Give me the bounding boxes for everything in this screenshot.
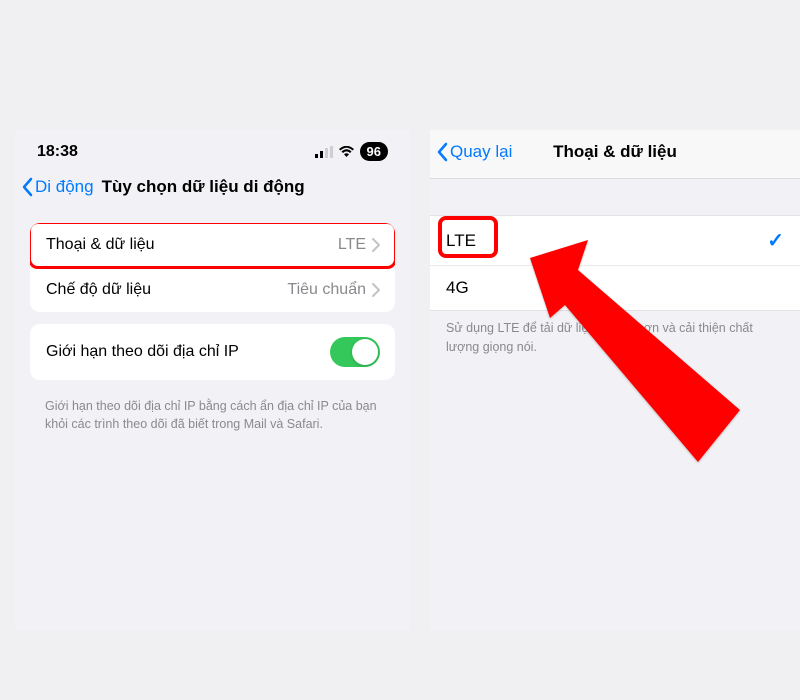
option-label: 4G xyxy=(446,278,469,298)
chevron-left-icon xyxy=(21,177,33,197)
cellular-signal-icon xyxy=(315,146,333,158)
navigation-bar: Quay lại Thoại & dữ liệu xyxy=(430,130,800,179)
chevron-right-icon xyxy=(372,238,380,252)
page-title: Tùy chọn dữ liệu di động xyxy=(102,177,305,197)
option-lte[interactable]: LTE ✓ xyxy=(430,216,800,266)
toggle-switch[interactable] xyxy=(330,337,380,367)
row-value-text: Tiêu chuẩn xyxy=(287,281,366,299)
battery-indicator: 96 xyxy=(360,142,388,161)
settings-group-ip: Giới hạn theo dõi địa chỉ IP xyxy=(30,324,395,380)
row-limit-ip-tracking[interactable]: Giới hạn theo dõi địa chỉ IP xyxy=(30,324,395,380)
options-description: Sử dụng LTE để tải dữ liệu nhanh hơn và … xyxy=(430,311,800,365)
status-icons: 96 xyxy=(315,142,388,161)
row-label: Giới hạn theo dõi địa chỉ IP xyxy=(46,343,239,361)
phone-screen-left: 18:38 96 Di động Tùy chọn dữ liệu di độn… xyxy=(15,130,410,630)
status-time: 18:38 xyxy=(37,143,78,161)
phone-screen-right: Quay lại Thoại & dữ liệu LTE ✓ 4G Sử dụn… xyxy=(430,130,800,630)
options-list: LTE ✓ 4G xyxy=(430,215,800,311)
row-label: Thoại & dữ liệu xyxy=(46,236,155,254)
chevron-right-icon xyxy=(372,283,380,297)
chevron-left-icon xyxy=(436,142,448,162)
row-voice-and-data[interactable]: Thoại & dữ liệu LTE xyxy=(30,223,395,268)
checkmark-icon: ✓ xyxy=(767,228,784,253)
row-value: Tiêu chuẩn xyxy=(287,281,380,299)
row-label: Chế độ dữ liệu xyxy=(46,281,151,299)
row-value: LTE xyxy=(338,236,380,254)
group-footer-text: Giới hạn theo dõi địa chỉ IP bằng cách ẩ… xyxy=(15,392,410,433)
back-label: Quay lại xyxy=(450,142,512,162)
status-bar: 18:38 96 xyxy=(15,130,410,169)
page-title: Thoại & dữ liệu xyxy=(553,142,677,162)
back-label: Di động xyxy=(35,177,94,197)
settings-group-data: Thoại & dữ liệu LTE Chế độ dữ liệu Tiêu … xyxy=(30,223,395,312)
navigation-bar: Di động Tùy chọn dữ liệu di động xyxy=(15,169,410,211)
back-button[interactable]: Di động xyxy=(21,177,94,197)
back-button[interactable]: Quay lại xyxy=(436,142,512,162)
option-label: LTE xyxy=(446,231,476,251)
row-data-mode[interactable]: Chế độ dữ liệu Tiêu chuẩn xyxy=(30,268,395,312)
wifi-icon xyxy=(338,146,355,158)
option-4g[interactable]: 4G xyxy=(430,266,800,310)
row-value-text: LTE xyxy=(338,236,366,254)
